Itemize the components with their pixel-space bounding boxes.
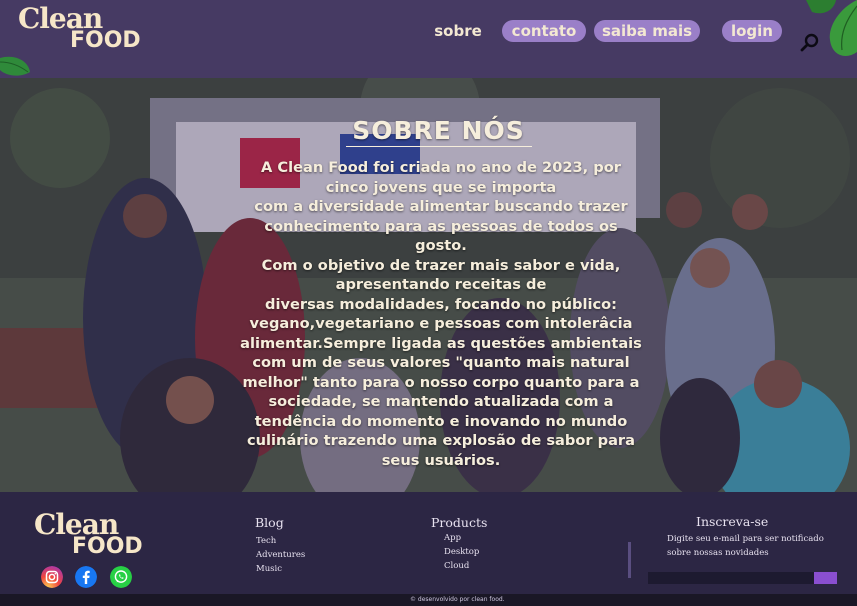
about-line: com um de seus valores "quanto mais natu… xyxy=(252,354,630,371)
page-title: SOBRE NÓS xyxy=(352,116,525,145)
footer-blog-title: Blog xyxy=(255,515,284,530)
about-line: melhor" tanto para o nosso corpo quanto … xyxy=(242,373,640,391)
newsletter-text: sobre nossas novidades xyxy=(667,548,769,558)
about-line: seus usuários. xyxy=(381,451,501,469)
copyright-icon: © xyxy=(410,596,416,603)
newsletter-title: Inscreva-se xyxy=(696,514,769,529)
logo-text-food: FOOD xyxy=(70,28,141,53)
copyright: © desenvolvido por clean food. xyxy=(410,594,505,606)
hero-section: SOBRE NÓS A Clean Food foi criada no ano… xyxy=(0,78,857,492)
about-line: A Clean Food foi criada no ano de 2023, … xyxy=(261,159,621,176)
about-line: sociedade, se mantendo atualizada com a xyxy=(268,393,614,410)
footer-link-tech[interactable]: Tech xyxy=(256,536,276,546)
facebook-icon[interactable] xyxy=(75,566,97,588)
footer-link-cloud[interactable]: Cloud xyxy=(444,561,469,571)
about-paragraph: A Clean Food foi criada no ano de 2023, … xyxy=(222,158,660,470)
about-line: com a diversidade alimentar buscando tra… xyxy=(254,198,628,215)
about-line: alimentar.Sempre ligada as questões ambi… xyxy=(240,334,642,352)
footer-link-app[interactable]: App xyxy=(444,533,461,543)
footer-divider xyxy=(628,542,631,578)
footer-logo[interactable]: Clean FOOD xyxy=(34,510,143,558)
about-line: apresentando receitas de xyxy=(335,276,547,293)
site-header: Clean FOOD sobre contato saiba mais logi… xyxy=(0,0,857,78)
nav-link-contato[interactable]: contato xyxy=(502,20,586,42)
logo-text-food: FOOD xyxy=(72,534,143,559)
footer-link-desktop[interactable]: Desktop xyxy=(444,547,479,557)
about-line: conhecimento para as pessoas de todos os xyxy=(264,217,618,235)
copyright-bar: © desenvolvido por clean food. xyxy=(0,594,857,606)
instagram-icon[interactable] xyxy=(41,566,63,588)
footer-link-music[interactable]: Music xyxy=(256,564,282,574)
logo[interactable]: Clean FOOD xyxy=(18,4,141,52)
copyright-text: desenvolvido por clean food. xyxy=(417,596,505,603)
about-line: vegano,vegetariano e pessoas com intoler… xyxy=(249,315,633,332)
footer-link-adventures[interactable]: Adventures xyxy=(256,550,305,560)
email-field[interactable] xyxy=(648,572,814,584)
about-line: Com o objetivo de trazer mais sabor e vi… xyxy=(261,256,621,274)
nav-link-saiba-mais[interactable]: saiba mais xyxy=(594,20,700,42)
whatsapp-icon[interactable] xyxy=(110,566,132,588)
about-line: diversas modalidades, focando no público… xyxy=(265,295,617,313)
login-button[interactable]: login xyxy=(722,20,782,42)
about-line: cinco jovens que se importa xyxy=(325,178,557,196)
newsletter-text: Digite seu e-mail para ser notificado xyxy=(667,534,824,544)
site-footer: Clean FOOD Blog Tech Adventures Music Pr… xyxy=(0,492,857,594)
about-line: culinário trazendo uma explosão de sabor… xyxy=(247,432,635,449)
footer-products-title: Products xyxy=(431,515,488,530)
subscribe-button[interactable] xyxy=(814,572,837,584)
about-line: gosto. xyxy=(415,237,467,254)
nav-link-sobre[interactable]: sobre xyxy=(430,20,486,42)
title-underline xyxy=(346,146,532,147)
about-line: tendência do momento e inovando no mundo xyxy=(254,412,628,430)
search-icon[interactable] xyxy=(800,32,820,52)
